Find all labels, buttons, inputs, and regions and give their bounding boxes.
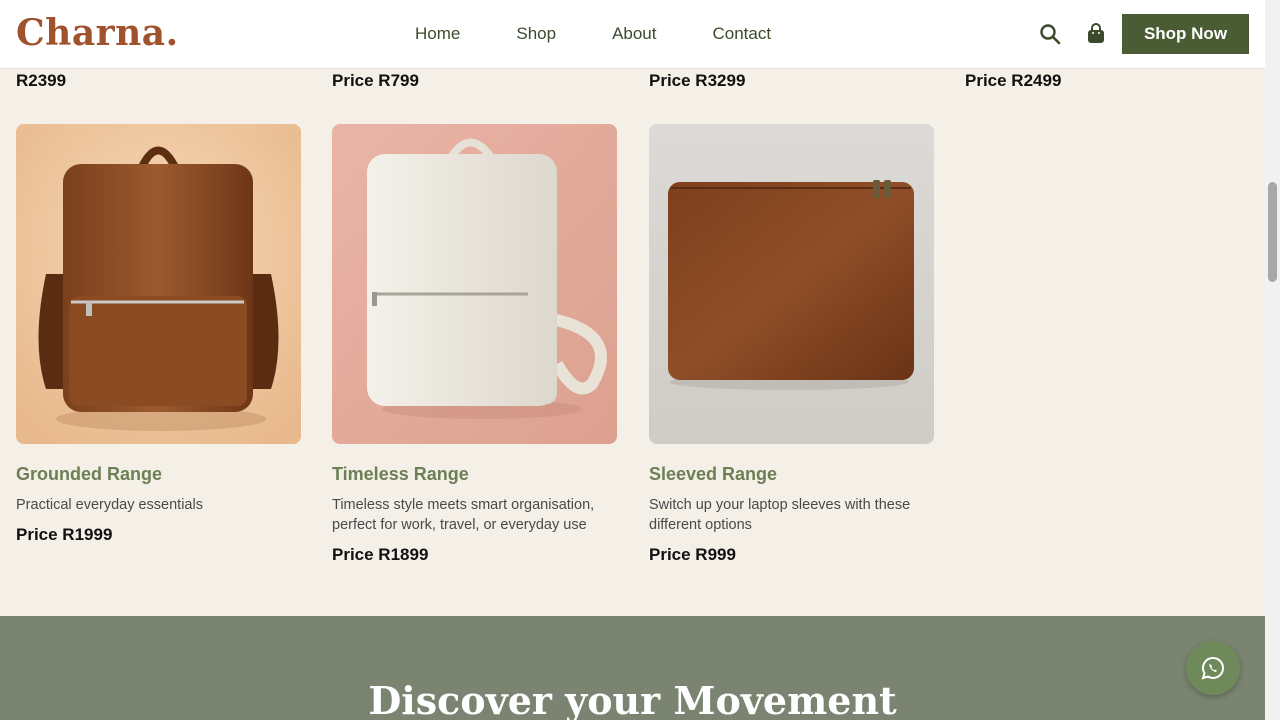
nav-contact[interactable]: Contact [713, 24, 772, 44]
product-title[interactable]: Timeless Range [332, 464, 617, 485]
product-price: Price R2499 [965, 71, 1062, 90]
discover-section: Discover your Movement [0, 616, 1265, 720]
page-scrollbar[interactable] [1265, 0, 1280, 720]
main-nav: Home Shop About Contact [415, 24, 827, 44]
scrollbar-thumb[interactable] [1268, 182, 1277, 282]
product-price: Price R1899 [332, 545, 429, 564]
product-description: Switch up your laptop sleeves with these… [649, 497, 911, 533]
product-price: R2399 [16, 71, 67, 90]
product-card-timeless[interactable]: Timeless Range Timeless style meets smar… [332, 124, 617, 565]
cream-leather-backpack-image[interactable] [332, 124, 617, 444]
product-title[interactable]: Grounded Range [16, 464, 301, 485]
product-price: Price R1999 [16, 525, 113, 544]
previous-row-prices: R2399 Price R799 Price R3299 Price R2499 [0, 71, 1265, 91]
nav-shop[interactable]: Shop [516, 24, 556, 44]
product-description: Timeless style meets smart organisation,… [332, 497, 595, 533]
product-description: Practical everyday essentials [16, 497, 203, 513]
brown-laptop-sleeve-image[interactable] [649, 124, 934, 444]
brown-leather-backpack-image[interactable] [16, 124, 301, 444]
product-price: Price R3299 [649, 71, 746, 90]
brand-logo[interactable]: Charna. [16, 12, 179, 54]
discover-heading: Discover your Movement [368, 678, 897, 720]
product-price: Price R999 [649, 545, 736, 564]
product-card-sleeved[interactable]: Sleeved Range Switch up your laptop slee… [649, 124, 934, 565]
shopping-bag-icon[interactable] [1084, 22, 1108, 46]
whatsapp-icon[interactable] [1186, 641, 1240, 695]
product-card-grounded[interactable]: Grounded Range Practical everyday essent… [16, 124, 301, 545]
nav-about[interactable]: About [612, 24, 656, 44]
search-icon[interactable] [1038, 22, 1062, 46]
product-title[interactable]: Sleeved Range [649, 464, 934, 485]
product-price: Price R799 [332, 71, 419, 90]
site-header: Charna. Home Shop About Contact Shop Now [0, 0, 1265, 69]
nav-home[interactable]: Home [415, 24, 460, 44]
shop-now-button[interactable]: Shop Now [1122, 14, 1249, 54]
